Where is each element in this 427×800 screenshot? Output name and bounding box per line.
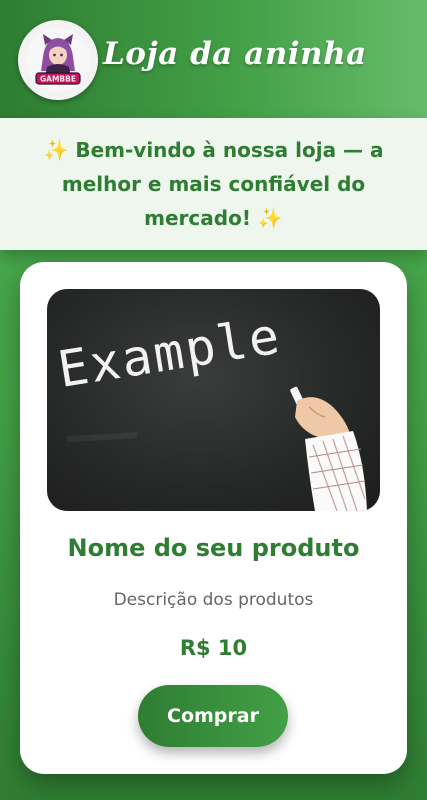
anime-girl-logo-icon: GAMBBE: [26, 28, 90, 92]
buy-button[interactable]: Comprar: [138, 685, 288, 747]
welcome-banner: ✨ Bem-vindo à nossa loja — a melhor e ma…: [0, 118, 427, 250]
product-card: Example Nome do seu produto Descrição do…: [20, 262, 407, 774]
product-description: Descrição dos produtos: [113, 590, 314, 610]
app-header: GAMBBE Loja da aninha: [0, 0, 427, 118]
product-price: R$ 10: [179, 636, 248, 660]
welcome-text: ✨ Bem-vindo à nossa loja — a melhor e ma…: [43, 138, 384, 230]
logo-text: GAMBBE: [40, 75, 76, 84]
store-logo[interactable]: GAMBBE: [18, 20, 98, 100]
product-image: Example: [47, 289, 380, 511]
brand-title: Loja da aninha: [103, 36, 367, 72]
hand-writing-illustration: [66, 386, 367, 511]
product-name: Nome do seu produto: [67, 534, 360, 562]
